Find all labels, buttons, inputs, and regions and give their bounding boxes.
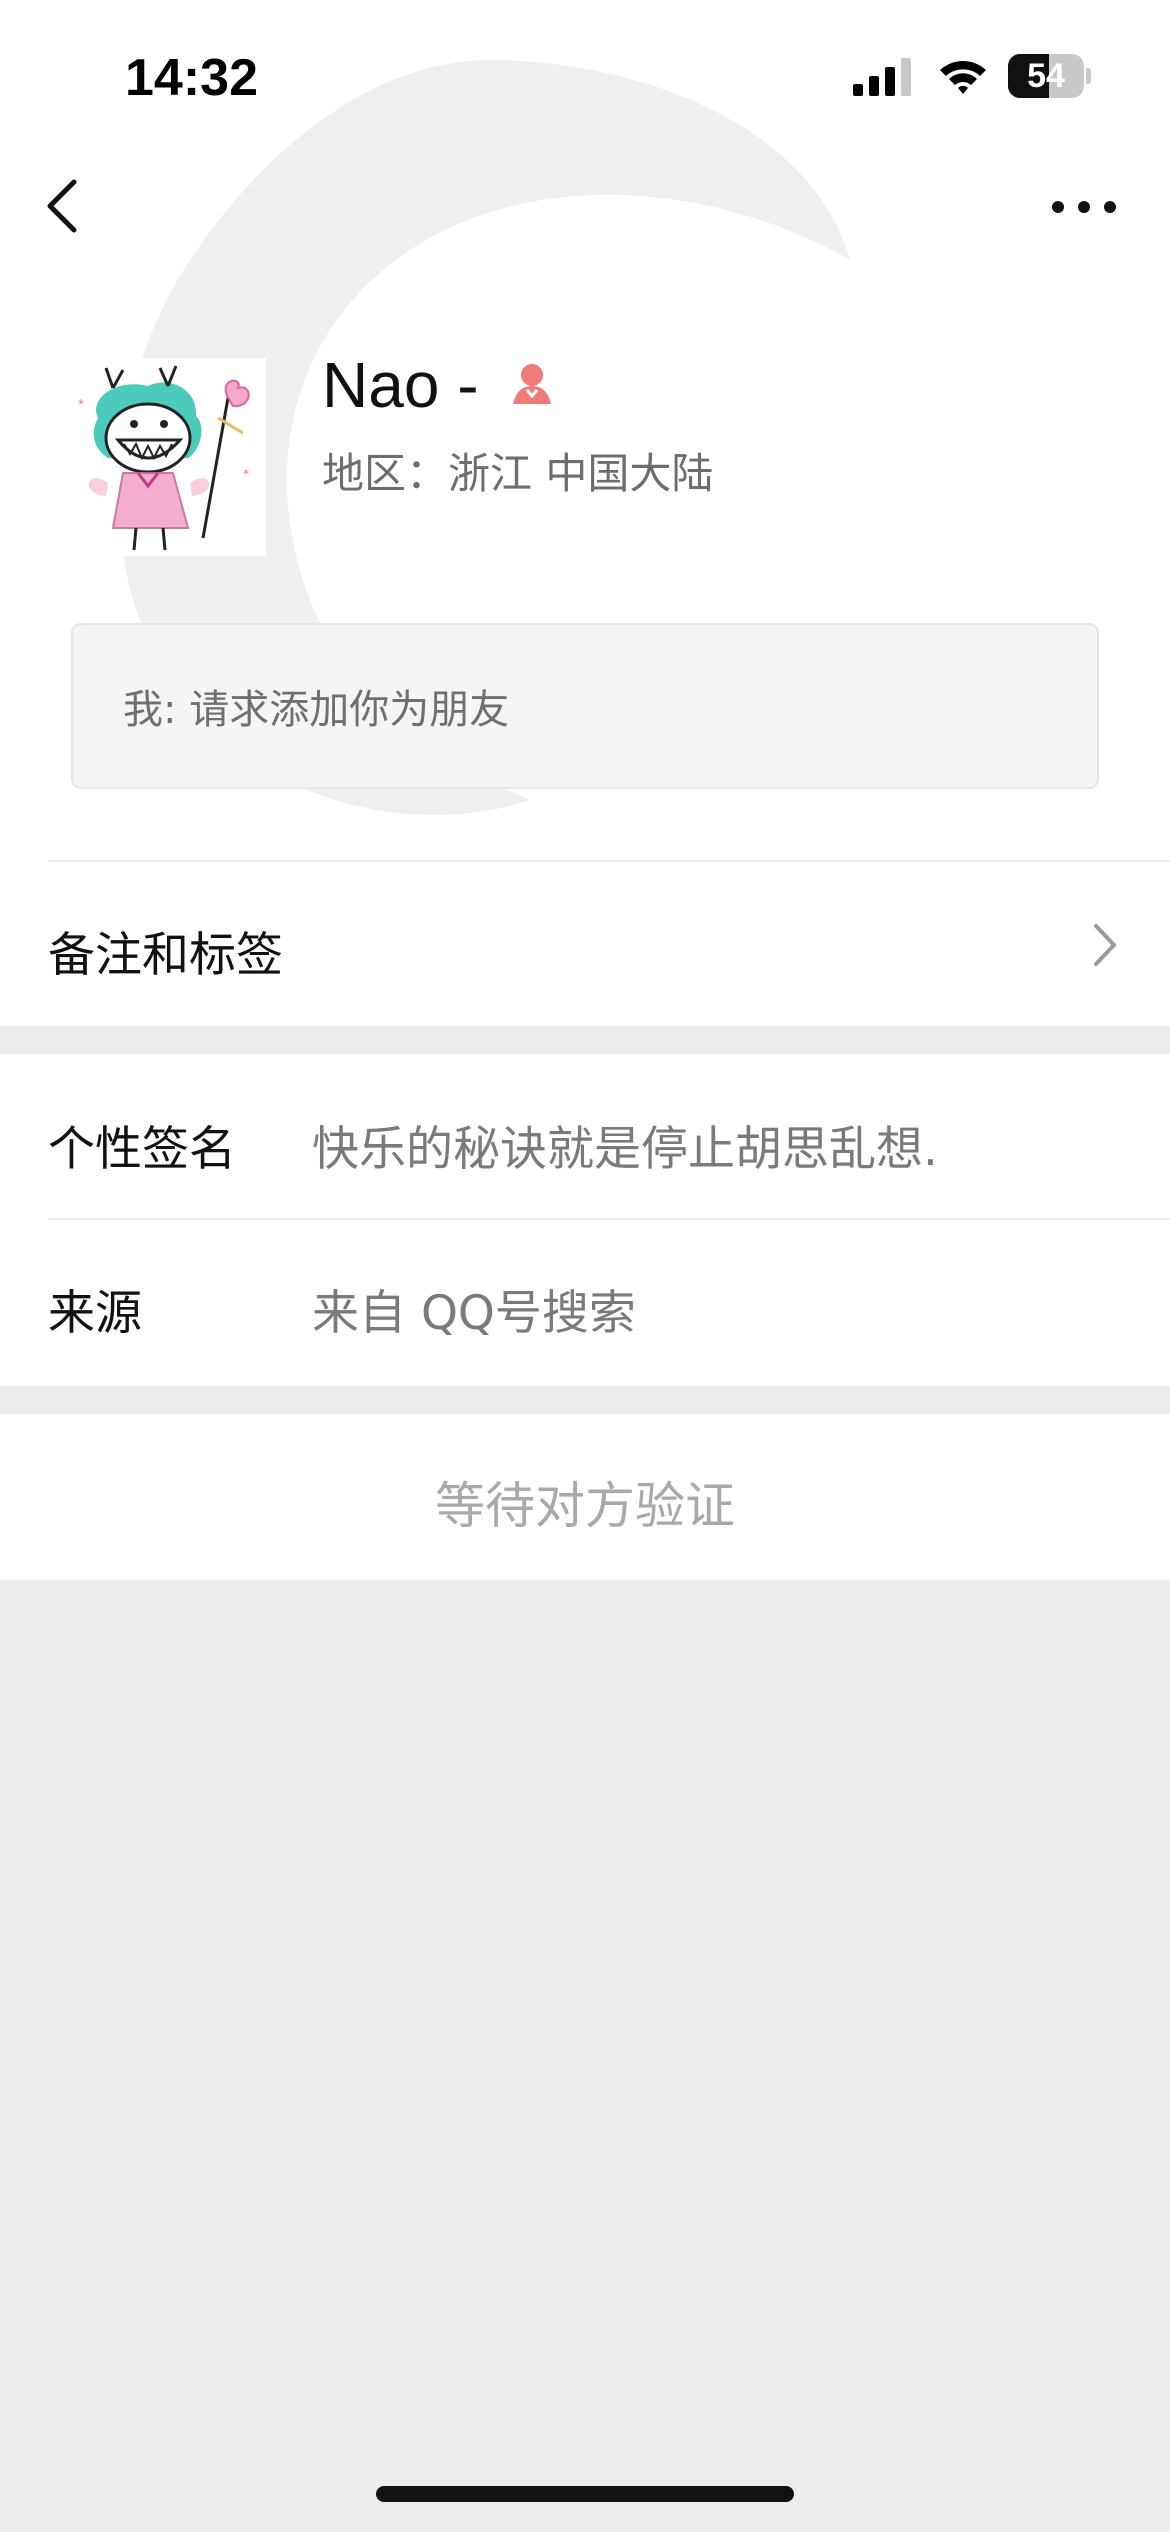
status-time: 14:32 [125, 49, 258, 107]
divider [48, 1218, 1170, 1220]
section-gap [0, 1386, 1170, 1414]
source-label: 来源 [48, 1286, 142, 1341]
back-chevron-icon[interactable] [40, 176, 90, 236]
profile-name: Nao - [322, 349, 479, 421]
battery-indicator: 54 [1008, 54, 1091, 98]
friend-request-message: 我: 请求添加你为朋友 [71, 623, 1099, 789]
remark-tags-label: 备注和标签 [48, 928, 283, 983]
svg-text:*: * [78, 397, 84, 411]
more-ellipsis-icon[interactable] [1050, 192, 1118, 222]
signature-value: 快乐的秘诀就是停止胡思乱想. [312, 1122, 938, 1177]
profile-region: 地区：浙江 中国大陆 [322, 449, 714, 498]
remark-tags-row[interactable]: 备注和标签 [0, 862, 1170, 1026]
profile-name-row: Nao - [322, 345, 557, 425]
home-indicator[interactable] [376, 2486, 794, 2502]
verification-section: 等待对方验证 [0, 1414, 1170, 1580]
chevron-right-icon [1094, 924, 1116, 966]
request-text: 我: 请求添加你为朋友 [123, 687, 510, 733]
info-section: 个性签名 快乐的秘诀就是停止胡思乱想. 来源 来自 QQ号搜索 [0, 1054, 1170, 1386]
awaiting-verification-text: 等待对方验证 [435, 1477, 735, 1535]
signature-label: 个性签名 [48, 1122, 236, 1177]
female-icon [512, 364, 551, 404]
battery-percent: 54 [1027, 57, 1065, 95]
cellular-signal-icon [853, 58, 911, 96]
avatar[interactable]: * * [68, 358, 266, 556]
source-value: 来自 QQ号搜索 [312, 1286, 636, 1341]
wifi-icon [940, 61, 986, 94]
svg-text:*: * [243, 467, 249, 481]
section-gap [0, 1026, 1170, 1054]
